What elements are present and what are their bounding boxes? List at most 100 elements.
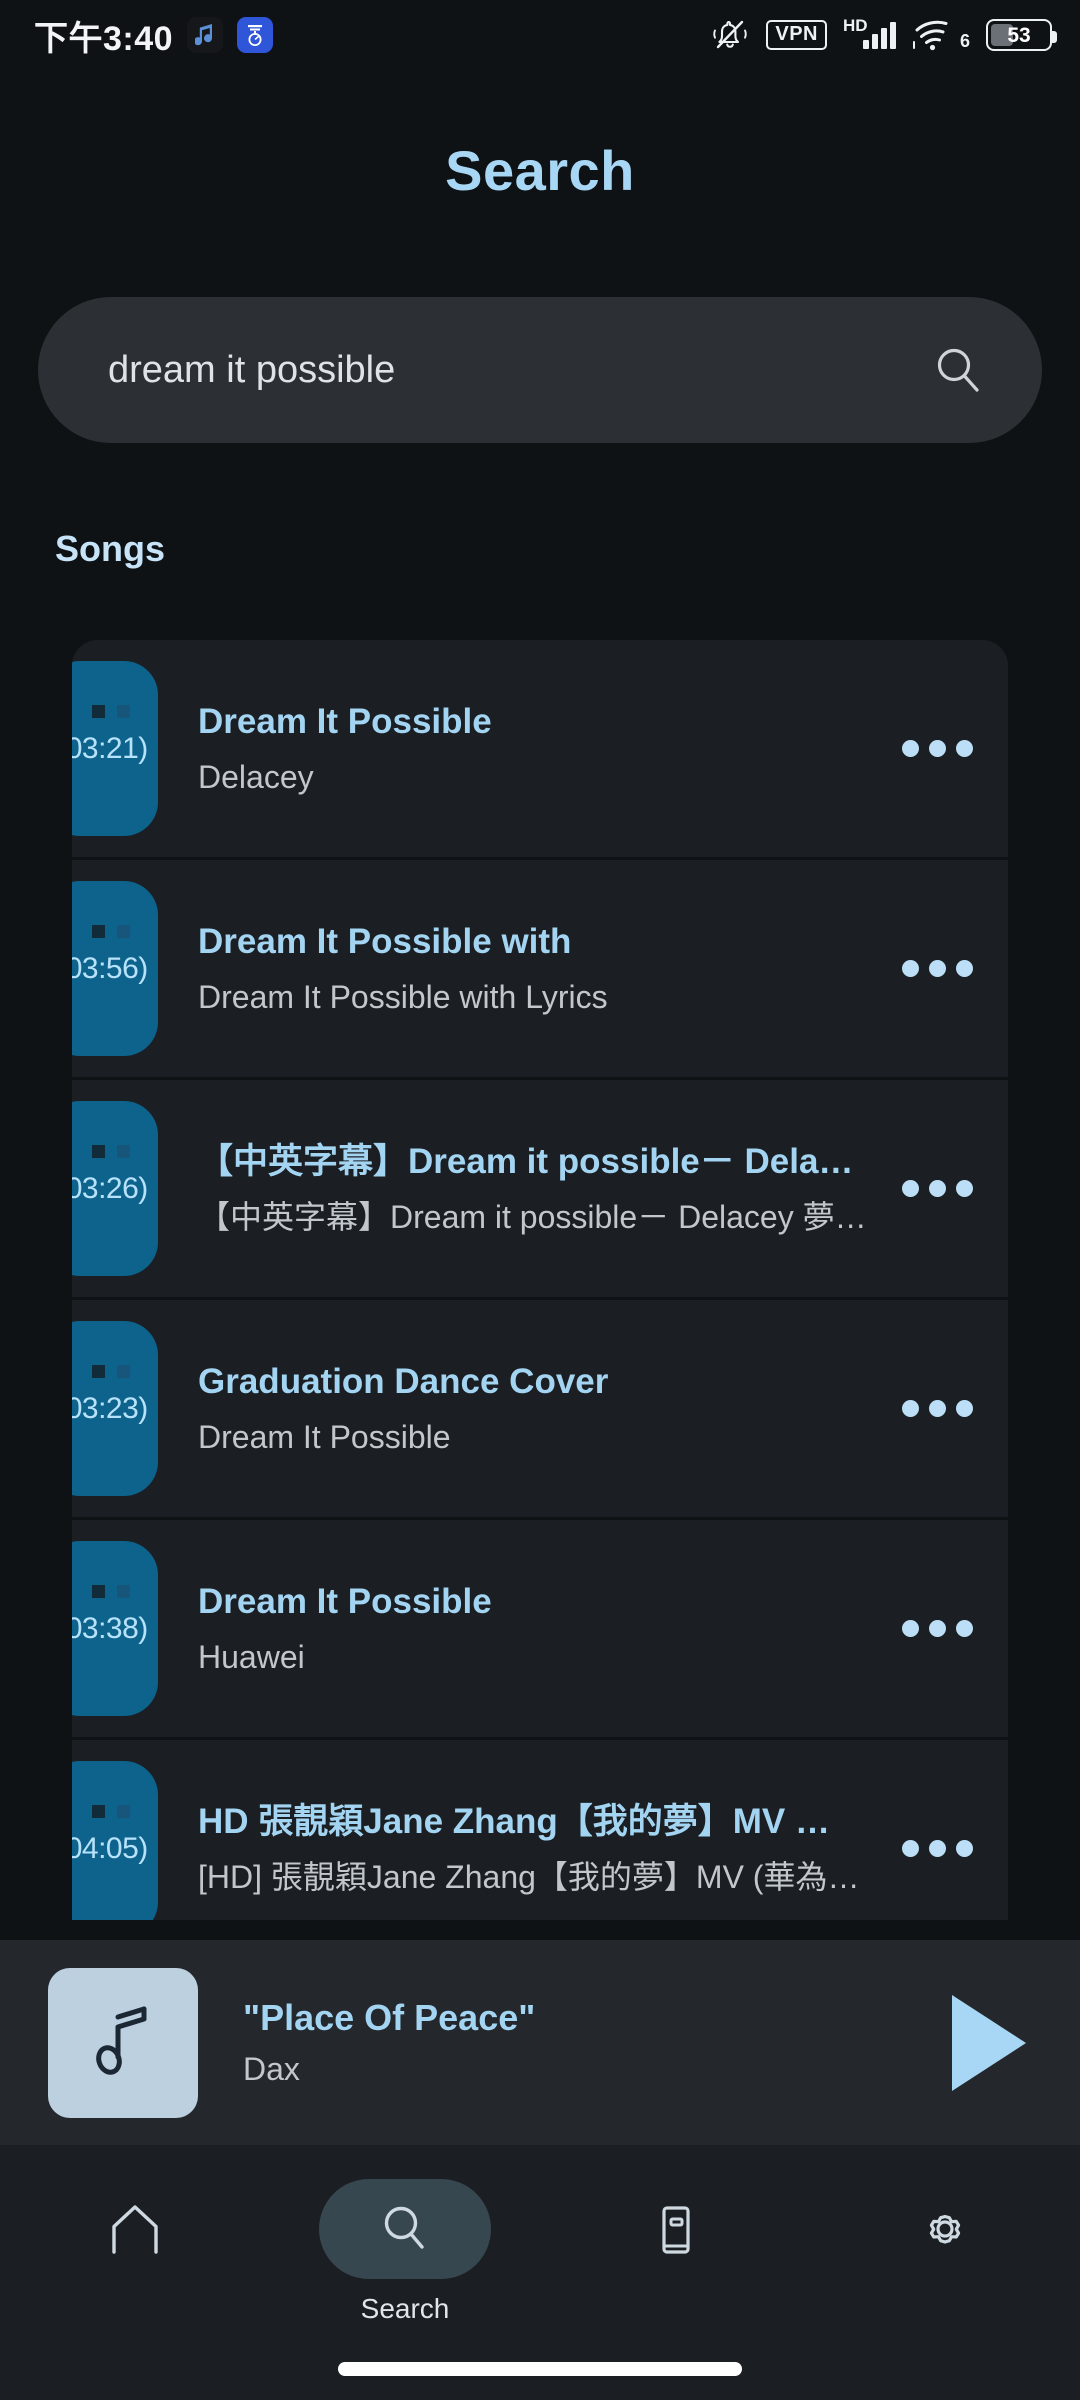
search-field[interactable]: dream it possible	[38, 297, 1042, 443]
song-row[interactable]: (03:38) Dream It Possible Huawei	[72, 1520, 1008, 1740]
bottom-navigation: Home Search Library	[0, 2145, 1080, 2400]
broken-image-icon	[92, 1805, 130, 1818]
song-title: Dream It Possible with	[198, 921, 572, 961]
song-subtitle: [HD] 張靚穎Jane Zhang【我的夢】MV (華為…	[198, 1859, 860, 1896]
dot	[901, 1620, 919, 1637]
song-row[interactable]: (03:26)【中英字幕】Dream it possible－ Dela…【中英…	[72, 1080, 1008, 1300]
dot	[901, 1840, 919, 1857]
song-row[interactable]: (04:05) HD 張靚穎Jane Zhang【我的夢】MV … [HD] 張靚穎…	[72, 1740, 1008, 1920]
song-meta: Dream It Possible Delacey	[158, 700, 888, 798]
signal-bars	[862, 21, 896, 49]
search-icon[interactable]	[319, 2179, 491, 2279]
song-subtitle: 【中英字幕】Dream it possible－ Delacey 夢…	[198, 1199, 867, 1236]
gear-icon[interactable]	[859, 2179, 1031, 2279]
song-overflow-menu-button[interactable]	[888, 640, 1008, 857]
song-title: HD 張靚穎Jane Zhang【我的夢】MV …	[198, 1801, 830, 1841]
music-note-status-icon	[187, 17, 224, 53]
dot	[928, 1840, 946, 1857]
song-duration: (03:21)	[72, 731, 148, 765]
broken-image-icon	[92, 705, 130, 718]
song-row[interactable]: (03:23) Graduation Dance Cover Dream It Po…	[72, 1300, 1008, 1520]
song-row[interactable]: (03:21) Dream It Possible Delacey	[72, 640, 1008, 860]
song-duration: (03:26)	[72, 1171, 148, 1205]
song-meta: Dream It Possible Huawei	[158, 1580, 888, 1678]
song-meta: HD 張靚穎Jane Zhang【我的夢】MV … [HD] 張靚穎Jane Zh…	[158, 1800, 888, 1898]
mini-player-artwork	[48, 1967, 198, 2118]
song-duration: (04:05)	[72, 1831, 148, 1865]
song-duration: (03:56)	[72, 951, 148, 985]
nav-item-search[interactable]: Search	[295, 2179, 515, 2325]
vpn-icon: VPN	[766, 20, 827, 50]
song-subtitle: Delacey	[198, 759, 314, 796]
dot	[955, 1180, 973, 1197]
dot	[955, 1840, 973, 1857]
song-duration: (03:38)	[72, 1611, 148, 1645]
song-thumbnail: (04:05)	[72, 1761, 158, 1920]
home-icon[interactable]	[49, 2179, 221, 2279]
mini-player-title: "Place Of Peace"	[243, 1997, 536, 2038]
search-icon[interactable]	[926, 338, 990, 402]
app-root: 下午3:40 VPN HD 6 53 Search dream it possi…	[0, 0, 1080, 2400]
mini-player-meta: "Place Of Peace" Dax	[198, 1997, 944, 2088]
song-overflow-menu-button[interactable]	[888, 1740, 1008, 1920]
song-title: 【中英字幕】Dream it possible－ Dela…	[198, 1141, 854, 1181]
song-thumbnail: (03:26)	[72, 1101, 158, 1276]
dot	[928, 1620, 946, 1637]
song-thumbnail: (03:38)	[72, 1541, 158, 1716]
stopwatch-status-icon	[237, 17, 274, 53]
dot	[955, 1400, 973, 1417]
search-input[interactable]: dream it possible	[108, 349, 926, 392]
section-header-songs: Songs	[55, 528, 166, 569]
dot	[928, 1180, 946, 1197]
broken-image-icon	[92, 925, 130, 938]
song-overflow-menu-button[interactable]	[888, 1300, 1008, 1517]
mini-player-artist: Dax	[243, 2051, 300, 2087]
hd-signal-icon: HD	[843, 16, 896, 49]
status-bar-right: VPN HD 6 53	[710, 16, 1057, 53]
dot	[901, 1400, 919, 1417]
song-meta: 【中英字幕】Dream it possible－ Dela… 【中英字幕】Drea…	[158, 1140, 888, 1238]
broken-image-icon	[92, 1145, 130, 1158]
library-icon[interactable]	[589, 2179, 761, 2279]
nav-item-settings[interactable]: Settings	[835, 2179, 1055, 2325]
dot	[901, 740, 919, 757]
silent-bell-icon	[710, 17, 750, 53]
dot	[955, 740, 973, 757]
wifi-icon: 6	[912, 18, 970, 52]
song-duration: (03:23)	[72, 1391, 148, 1425]
song-thumbnail: (03:56)	[72, 881, 158, 1056]
song-overflow-menu-button[interactable]	[888, 1520, 1008, 1737]
nav-item-home[interactable]: Home	[25, 2179, 245, 2325]
dot	[955, 960, 973, 977]
hd-label: HD	[842, 15, 868, 35]
nav-label-search: Search	[360, 2293, 450, 2324]
play-button[interactable]	[944, 1994, 1034, 2091]
dot	[901, 1180, 919, 1197]
song-title: Graduation Dance Cover	[198, 1361, 609, 1401]
song-overflow-menu-button[interactable]	[888, 860, 1008, 1077]
broken-image-icon	[92, 1585, 130, 1598]
play-icon	[952, 1994, 1026, 2091]
song-meta: Graduation Dance Cover Dream It Possible	[158, 1360, 888, 1458]
song-thumbnail: (03:23)	[72, 1321, 158, 1496]
song-thumbnail: (03:21)	[72, 661, 158, 836]
status-bar: 下午3:40 VPN HD 6 53	[0, 0, 1080, 70]
mini-player[interactable]: "Place Of Peace" Dax	[0, 1940, 1080, 2145]
music-note-icon	[92, 2003, 154, 2082]
songs-list[interactable]: (03:21) Dream It Possible Delacey (03:56) Dr…	[72, 640, 1008, 1920]
nav-item-library[interactable]: Library	[565, 2179, 785, 2325]
song-title: Dream It Possible	[198, 1581, 492, 1621]
song-subtitle: Dream It Possible	[198, 1419, 451, 1456]
song-title: Dream It Possible	[198, 701, 492, 741]
status-bar-left: 下午3:40	[34, 11, 274, 60]
song-meta: Dream It Possible with Dream It Possible …	[158, 920, 888, 1018]
song-row[interactable]: (03:56) Dream It Possible withDream It Po…	[72, 860, 1008, 1080]
song-subtitle: Huawei	[198, 1639, 305, 1676]
home-indicator	[338, 2362, 742, 2376]
broken-image-icon	[92, 1365, 130, 1378]
dot	[928, 1400, 946, 1417]
status-clock: 下午3:40	[34, 19, 174, 58]
song-overflow-menu-button[interactable]	[888, 1080, 1008, 1297]
dot	[928, 960, 946, 977]
dot	[928, 740, 946, 757]
